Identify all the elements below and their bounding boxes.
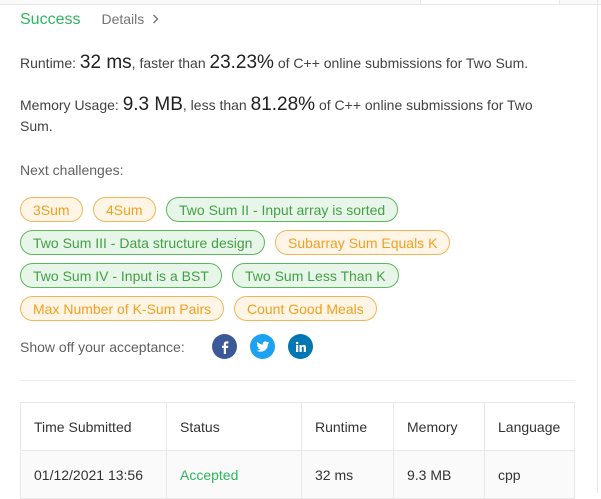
share-label: Show off your acceptance: [20, 339, 185, 355]
twitter-icon [256, 340, 269, 352]
cell-memory: 9.3 MB [394, 451, 485, 498]
result-header: Success Details [20, 11, 159, 29]
runtime-percentile: 23.23% [209, 52, 274, 73]
details-link[interactable]: Details [101, 11, 159, 27]
challenge-chip[interactable]: Max Number of K-Sum Pairs [20, 296, 225, 321]
runtime-value: 32 ms [79, 52, 132, 73]
facebook-share-button[interactable] [212, 334, 237, 359]
column-header-memory: Memory [394, 403, 485, 450]
linkedin-share-button[interactable] [288, 334, 313, 359]
section-divider [20, 380, 575, 381]
cell-language: cpp [498, 466, 521, 483]
column-header-runtime: Runtime [302, 403, 394, 450]
memory-percentile: 81.28% [250, 94, 316, 115]
top-border [0, 0, 601, 5]
accepted-link[interactable]: Accepted [180, 467, 238, 483]
right-divider [597, 0, 598, 493]
cell-runtime: 32 ms [302, 451, 394, 498]
next-challenges-label: Next challenges: [20, 162, 124, 178]
table-header-row: Time Submitted Status Runtime Memory Lan… [21, 403, 574, 451]
active-tab-edge[interactable] [420, 0, 560, 4]
challenge-chip[interactable]: Two Sum IV - Input is a BST [20, 263, 222, 288]
runtime-comparison: , faster than [131, 55, 206, 71]
twitter-share-button[interactable] [250, 334, 275, 359]
memory-value: 9.3 MB [122, 94, 183, 115]
cell-time-submitted: 01/12/2021 13:56 [21, 451, 167, 498]
challenge-chip[interactable]: Two Sum II - Input array is sorted [166, 197, 399, 222]
runtime-stat: Runtime: 32 ms, faster than 23.23% of C+… [20, 52, 560, 74]
column-header-time: Time Submitted [21, 403, 167, 450]
submissions-table: Time Submitted Status Runtime Memory Lan… [20, 402, 575, 499]
runtime-label: Runtime: [20, 55, 77, 71]
chevron-right-icon [153, 14, 159, 24]
challenge-chip[interactable]: 4Sum [93, 197, 156, 222]
column-header-status: Status [167, 403, 302, 450]
runtime-tail: of C++ online submissions for Two Sum. [277, 55, 529, 71]
column-header-language: Language [498, 418, 561, 435]
result-status: Success [20, 11, 81, 28]
details-label: Details [101, 11, 145, 27]
challenge-chip[interactable]: 3Sum [20, 197, 83, 222]
table-row[interactable]: 01/12/2021 13:56 Accepted 32 ms 9.3 MB c… [21, 451, 574, 499]
challenge-chip[interactable]: Subarray Sum Equals K [275, 230, 451, 255]
facebook-icon [221, 340, 228, 354]
challenge-chip[interactable]: Two Sum Less Than K [232, 263, 399, 288]
linkedin-icon [295, 341, 306, 352]
memory-comparison: , less than [182, 97, 247, 113]
memory-stat: Memory Usage: 9.3 MB, less than 81.28% o… [20, 94, 560, 137]
challenge-chip[interactable]: Count Good Meals [234, 296, 377, 321]
cell-status: Accepted [167, 451, 302, 498]
memory-label: Memory Usage: [20, 97, 119, 113]
challenge-chip[interactable]: Two Sum III - Data structure design [20, 230, 266, 255]
